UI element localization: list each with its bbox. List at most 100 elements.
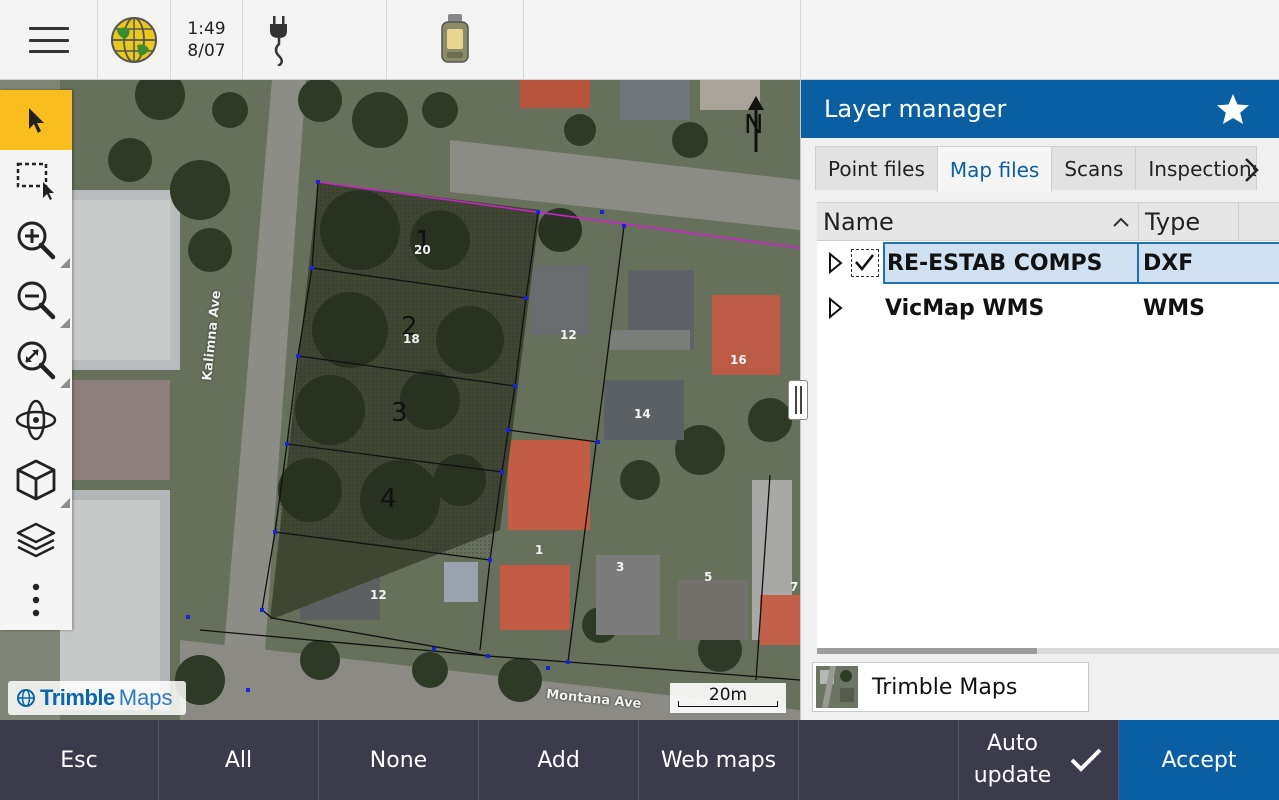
status-bar-right [800,0,1279,80]
tab-point-files[interactable]: Point files [815,146,938,190]
basemap-label: Trimble Maps [872,674,1018,700]
accept-button[interactable]: Accept [1119,720,1279,800]
lot-label-4: 4 [380,484,397,514]
cube-icon [16,459,56,501]
scrollbar-thumb[interactable] [817,648,1037,654]
auto-update-line2: update [973,763,1052,788]
trimble-maps-logo: Trimble Maps [8,681,186,715]
logo-product: Maps [118,685,173,710]
arrow-pointer-icon [29,108,44,133]
zoom-in-icon [17,221,56,260]
sort-ascending-icon [1113,217,1129,227]
submenu-indicator [60,258,70,268]
web-maps-button[interactable]: Web maps [639,720,799,800]
add-button[interactable]: Add [479,720,639,800]
lot-label-3: 3 [391,398,408,428]
checkmark-icon [855,254,874,271]
tab-map-files[interactable]: Map files [936,146,1053,192]
auto-update-toggle[interactable]: Auto update [959,720,1119,800]
layers-icon [16,522,56,558]
status-spacer [524,0,800,80]
house-number: 16 [730,353,747,367]
gnss-globe-icon [111,17,157,63]
basemap-button[interactable]: Trimble Maps [812,662,1089,712]
box-select-icon [16,162,54,200]
app-root: 1:49 8/07 1 2 3 4 20 18 12 16 14 1 3 5 7… [0,0,1279,800]
house-number: 14 [634,407,651,421]
logo-brand: Trimble [40,685,115,710]
controller-device-icon [441,14,469,63]
house-number: 18 [403,332,420,346]
zoom-in-tool[interactable] [0,210,72,270]
column-name-label: Name [823,208,894,236]
trimble-globe-icon [17,689,35,707]
more-vertical-icon [32,583,40,617]
gnss-button[interactable] [98,0,171,80]
map-view[interactable]: 1 2 3 4 20 18 12 16 14 1 3 5 7 12 Kalimn… [0,80,800,720]
time-display[interactable]: 1:49 8/07 [171,0,243,80]
submenu-indicator [60,378,70,388]
scale-line [678,701,778,707]
column-header-name[interactable]: Name [817,203,1139,241]
zoom-extents-tool[interactable] [0,330,72,390]
menu-icon [28,27,69,53]
layer-tabs: Point files Map files Scans Inspections [815,146,1258,192]
zoom-out-tool[interactable] [0,270,72,330]
list-item[interactable]: RE-ESTAB COMPS DXF [817,242,1279,284]
time-text: 1:49 [187,19,226,39]
column-header-type[interactable]: Type [1139,203,1239,241]
house-number: 5 [704,570,713,584]
zoom-out-icon [17,281,56,320]
house-number: 20 [414,243,431,257]
checkmark-icon [1070,748,1102,772]
house-number: 12 [370,588,387,602]
select-none-button[interactable]: None [319,720,479,800]
horizontal-scrollbar[interactable] [817,648,1279,654]
house-number: 1 [535,543,544,557]
more-tool[interactable] [0,570,72,630]
favorite-star-icon[interactable] [1216,92,1250,126]
column-type-label: Type [1145,208,1201,236]
power-status[interactable] [243,0,387,80]
power-plug-icon [269,16,287,66]
zoom-extents-icon [17,341,56,380]
tab-scans[interactable]: Scans [1051,146,1137,190]
scale-bar: 20m [670,683,786,713]
bottom-spacer [799,720,959,800]
layer-name: VicMap WMS [885,295,1045,321]
chevron-right-icon[interactable] [1237,154,1265,186]
layer-visibility-checkbox[interactable] [851,249,879,277]
map-toolbar [0,90,72,630]
panel-header: Layer manager [801,80,1279,138]
view-3d-tool[interactable] [0,450,72,510]
layers-tool[interactable] [0,510,72,570]
list-header: Name Type [817,203,1279,241]
box-select-tool[interactable] [0,150,72,210]
submenu-indicator [60,498,70,508]
auto-update-line1: Auto [986,731,1039,756]
expand-triangle-icon[interactable] [827,297,843,319]
menu-button[interactable] [0,0,98,80]
house-number: 12 [560,328,577,342]
panel-resize-handle[interactable] [788,380,808,420]
layer-type: WMS [1143,295,1206,321]
select-all-button[interactable]: All [159,720,319,800]
controller-status[interactable] [387,0,524,80]
layer-manager-panel: Layer manager Point files Map files Scan… [800,80,1279,720]
house-number: 7 [790,580,799,594]
north-arrow: N [742,94,770,156]
list-item[interactable]: VicMap WMS WMS [817,287,1279,329]
bottom-action-bar: Esc All None Add Web maps Auto update Ac… [0,720,1279,800]
select-tool[interactable] [0,90,72,150]
north-label: N [744,110,764,140]
status-bar: 1:49 8/07 [0,0,800,80]
orbit-icon [15,399,57,441]
expand-triangle-icon[interactable] [827,252,843,274]
layer-type: DXF [1139,242,1279,284]
layer-name: RE-ESTAB COMPS [883,242,1139,284]
basemap-thumbnail [816,666,858,708]
esc-button[interactable]: Esc [0,720,159,800]
date-text: 8/07 [187,41,226,61]
orbit-tool[interactable] [0,390,72,450]
house-number: 3 [616,560,625,574]
